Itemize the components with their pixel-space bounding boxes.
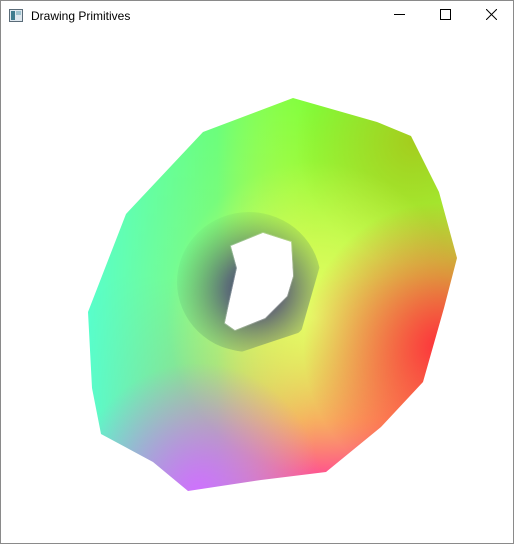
title-bar[interactable]: Drawing Primitives: [1, 1, 513, 32]
window-title: Drawing Primitives: [31, 9, 131, 23]
app-window-icon: [9, 9, 23, 22]
maximize-icon: [439, 7, 451, 25]
app-window: Drawing Primitives: [0, 0, 514, 544]
close-icon: [485, 7, 497, 25]
maximize-button[interactable]: [422, 1, 468, 31]
render-canvas[interactable]: [1, 32, 513, 543]
minimize-button[interactable]: [376, 1, 422, 31]
close-button[interactable]: [468, 1, 513, 31]
minimize-icon: [393, 7, 405, 25]
torus-render: [81, 92, 471, 502]
